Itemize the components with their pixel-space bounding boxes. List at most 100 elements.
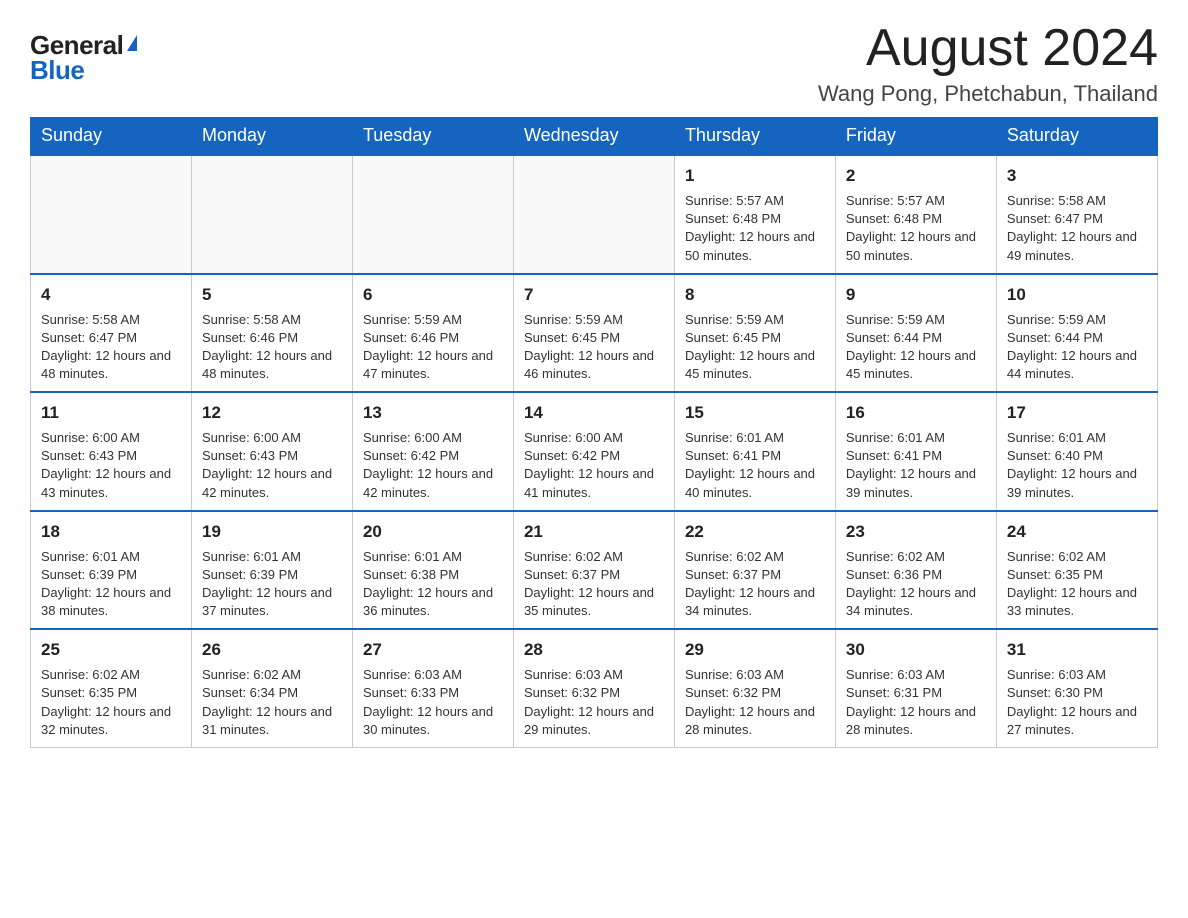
day-info: Sunrise: 6:00 AM [524, 429, 664, 447]
day-number: 7 [524, 283, 664, 307]
weekday-header-saturday: Saturday [996, 117, 1157, 155]
day-number: 13 [363, 401, 503, 425]
day-info: Sunrise: 6:03 AM [685, 666, 825, 684]
day-number: 26 [202, 638, 342, 662]
day-info: Sunrise: 5:59 AM [685, 311, 825, 329]
calendar-cell [191, 155, 352, 274]
calendar-cell: 8Sunrise: 5:59 AMSunset: 6:45 PMDaylight… [674, 274, 835, 393]
weekday-header-thursday: Thursday [674, 117, 835, 155]
day-info: Sunrise: 6:03 AM [363, 666, 503, 684]
day-number: 23 [846, 520, 986, 544]
day-info: Sunrise: 6:03 AM [1007, 666, 1147, 684]
day-info: Daylight: 12 hours and 46 minutes. [524, 347, 664, 383]
day-info: Sunrise: 6:03 AM [846, 666, 986, 684]
day-info: Sunrise: 6:01 AM [363, 548, 503, 566]
day-number: 11 [41, 401, 181, 425]
day-info: Sunrise: 6:02 AM [1007, 548, 1147, 566]
day-info: Daylight: 12 hours and 27 minutes. [1007, 703, 1147, 739]
calendar-cell: 7Sunrise: 5:59 AMSunset: 6:45 PMDaylight… [513, 274, 674, 393]
day-info: Sunrise: 6:02 AM [524, 548, 664, 566]
calendar-cell: 25Sunrise: 6:02 AMSunset: 6:35 PMDayligh… [31, 629, 192, 747]
calendar-cell: 18Sunrise: 6:01 AMSunset: 6:39 PMDayligh… [31, 511, 192, 630]
day-info: Sunrise: 6:01 AM [1007, 429, 1147, 447]
day-info: Sunrise: 6:02 AM [685, 548, 825, 566]
day-info: Sunrise: 6:01 AM [685, 429, 825, 447]
calendar-week-row: 1Sunrise: 5:57 AMSunset: 6:48 PMDaylight… [31, 155, 1158, 274]
day-number: 12 [202, 401, 342, 425]
day-info: Sunrise: 6:00 AM [363, 429, 503, 447]
day-number: 3 [1007, 164, 1147, 188]
calendar-cell: 1Sunrise: 5:57 AMSunset: 6:48 PMDaylight… [674, 155, 835, 274]
day-info: Sunset: 6:33 PM [363, 684, 503, 702]
location-subtitle: Wang Pong, Phetchabun, Thailand [818, 81, 1158, 107]
day-number: 14 [524, 401, 664, 425]
day-info: Sunset: 6:48 PM [685, 210, 825, 228]
day-info: Sunset: 6:45 PM [524, 329, 664, 347]
day-info: Sunrise: 5:59 AM [363, 311, 503, 329]
weekday-header-monday: Monday [191, 117, 352, 155]
day-info: Daylight: 12 hours and 49 minutes. [1007, 228, 1147, 264]
day-info: Daylight: 12 hours and 34 minutes. [846, 584, 986, 620]
weekday-header-tuesday: Tuesday [352, 117, 513, 155]
day-number: 28 [524, 638, 664, 662]
weekday-header-sunday: Sunday [31, 117, 192, 155]
day-info: Sunrise: 5:57 AM [685, 192, 825, 210]
day-info: Sunrise: 6:01 AM [41, 548, 181, 566]
day-info: Daylight: 12 hours and 39 minutes. [846, 465, 986, 501]
day-info: Daylight: 12 hours and 34 minutes. [685, 584, 825, 620]
calendar-cell: 19Sunrise: 6:01 AMSunset: 6:39 PMDayligh… [191, 511, 352, 630]
day-info: Sunset: 6:47 PM [41, 329, 181, 347]
day-number: 20 [363, 520, 503, 544]
day-info: Daylight: 12 hours and 39 minutes. [1007, 465, 1147, 501]
day-number: 21 [524, 520, 664, 544]
day-info: Sunset: 6:43 PM [202, 447, 342, 465]
day-info: Sunrise: 6:01 AM [202, 548, 342, 566]
day-info: Daylight: 12 hours and 41 minutes. [524, 465, 664, 501]
day-info: Sunrise: 6:00 AM [202, 429, 342, 447]
day-info: Daylight: 12 hours and 35 minutes. [524, 584, 664, 620]
day-number: 22 [685, 520, 825, 544]
day-info: Daylight: 12 hours and 31 minutes. [202, 703, 342, 739]
day-info: Sunrise: 6:01 AM [846, 429, 986, 447]
day-info: Daylight: 12 hours and 50 minutes. [685, 228, 825, 264]
calendar-week-row: 11Sunrise: 6:00 AMSunset: 6:43 PMDayligh… [31, 392, 1158, 511]
day-number: 31 [1007, 638, 1147, 662]
day-info: Daylight: 12 hours and 33 minutes. [1007, 584, 1147, 620]
day-info: Daylight: 12 hours and 28 minutes. [846, 703, 986, 739]
day-info: Sunset: 6:42 PM [363, 447, 503, 465]
day-info: Daylight: 12 hours and 50 minutes. [846, 228, 986, 264]
day-info: Sunset: 6:30 PM [1007, 684, 1147, 702]
day-info: Daylight: 12 hours and 45 minutes. [846, 347, 986, 383]
calendar-cell: 13Sunrise: 6:00 AMSunset: 6:42 PMDayligh… [352, 392, 513, 511]
calendar-cell: 31 Sunrise: 6:03 AMSunset: 6:30 PMDayligh… [996, 629, 1157, 747]
calendar-week-row: 25Sunrise: 6:02 AMSunset: 6:35 PMDayligh… [31, 629, 1158, 747]
calendar-cell: 17Sunrise: 6:01 AMSunset: 6:40 PMDayligh… [996, 392, 1157, 511]
day-info: Daylight: 12 hours and 40 minutes. [685, 465, 825, 501]
calendar-cell: 28Sunrise: 6:03 AMSunset: 6:32 PMDayligh… [513, 629, 674, 747]
calendar-cell: 24Sunrise: 6:02 AMSunset: 6:35 PMDayligh… [996, 511, 1157, 630]
day-info: Daylight: 12 hours and 47 minutes. [363, 347, 503, 383]
day-info: Sunset: 6:45 PM [685, 329, 825, 347]
day-info: Sunrise: 5:58 AM [1007, 192, 1147, 210]
calendar-week-row: 4 Sunrise: 5:58 AMSunset: 6:47 PM Daylight… [31, 274, 1158, 393]
day-info: Daylight: 12 hours and 29 minutes. [524, 703, 664, 739]
calendar-cell: 14 Sunrise: 6:00 AMSunset: 6:42 PMDayligh… [513, 392, 674, 511]
day-number: 25 [41, 638, 181, 662]
day-info: Sunset: 6:32 PM [524, 684, 664, 702]
calendar-table: SundayMondayTuesdayWednesdayThursdayFrid… [30, 117, 1158, 748]
day-info: Sunrise: 6:02 AM [202, 666, 342, 684]
calendar-cell: 23Sunrise: 6:02 AMSunset: 6:36 PMDayligh… [835, 511, 996, 630]
day-info: Sunset: 6:46 PM [363, 329, 503, 347]
page-header: General Blue August 2024 Wang Pong, Phet… [30, 20, 1158, 107]
calendar-cell: 6Sunrise: 5:59 AMSunset: 6:46 PMDaylight… [352, 274, 513, 393]
calendar-cell: 26Sunrise: 6:02 AMSunset: 6:34 PMDayligh… [191, 629, 352, 747]
day-info: Sunset: 6:42 PM [524, 447, 664, 465]
day-number: 4 [41, 283, 181, 307]
calendar-cell [352, 155, 513, 274]
day-info: Daylight: 12 hours and 45 minutes. [685, 347, 825, 383]
day-info: Sunrise: 5:58 AM [41, 311, 181, 329]
calendar-cell: 27Sunrise: 6:03 AMSunset: 6:33 PMDayligh… [352, 629, 513, 747]
day-number: 16 [846, 401, 986, 425]
calendar-cell: 4Sunrise: 5:58 AMSunset: 6:47 PMDaylight… [31, 274, 192, 393]
day-number: 24 [1007, 520, 1147, 544]
